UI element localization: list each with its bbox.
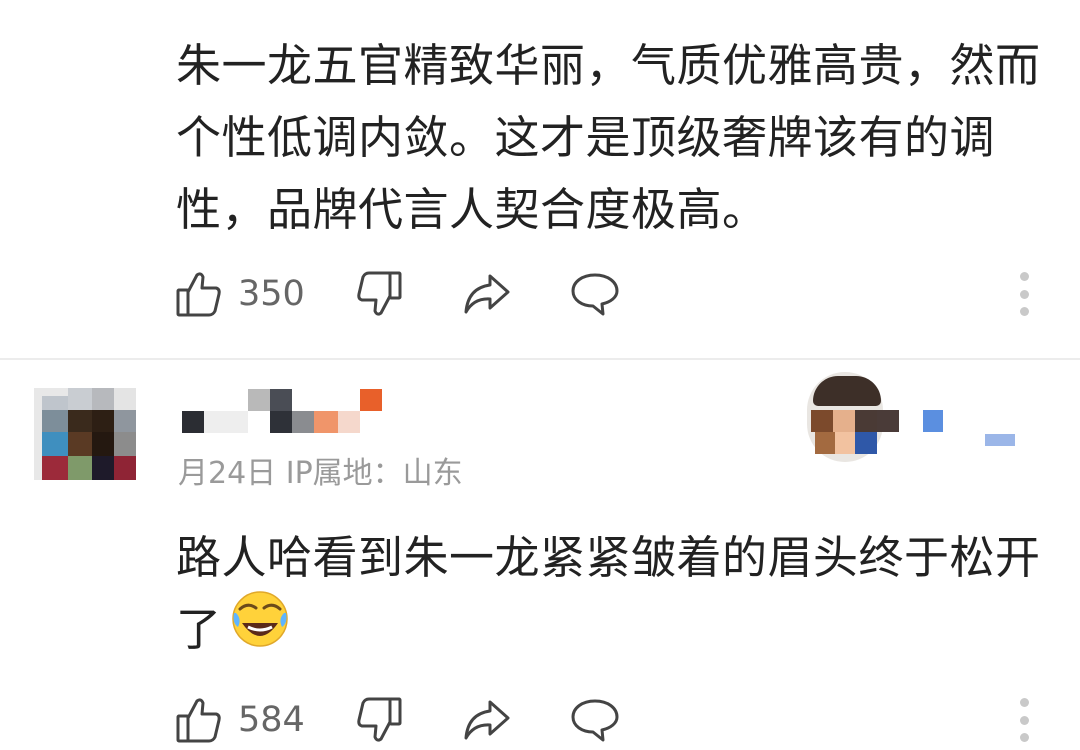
speech-bubble-icon — [571, 273, 619, 316]
like-count: 584 — [238, 700, 305, 740]
more-dot — [1019, 307, 1029, 316]
ip-location: IP属地：山东 — [285, 456, 463, 491]
more-dot — [1019, 733, 1029, 742]
thumbs-down-icon — [357, 697, 402, 742]
avatar[interactable] — [34, 388, 136, 480]
comment-meta: 月24日 IP属地：山东 — [178, 448, 463, 492]
username[interactable] — [176, 385, 396, 437]
more-options-button[interactable] — [1012, 694, 1036, 746]
speech-bubble-icon — [571, 699, 619, 742]
user-badge[interactable] — [805, 368, 1030, 468]
comment-date: 月24日 — [178, 456, 277, 491]
reply-button[interactable] — [570, 264, 620, 324]
reply-button[interactable] — [570, 690, 620, 750]
like-button[interactable]: 350 — [176, 264, 305, 324]
dislike-button[interactable] — [356, 264, 402, 324]
comment-2-body: 路人哈看到朱一龙紧紧皱着的眉头终于松开了 — [176, 531, 1041, 656]
more-dot — [1019, 715, 1029, 725]
dislike-button[interactable] — [356, 690, 402, 750]
thumbs-up-icon — [176, 272, 221, 317]
more-dot — [1019, 289, 1029, 299]
laughing-tears-emoji — [230, 589, 290, 670]
more-options-button[interactable] — [1012, 268, 1036, 320]
more-dot — [1019, 272, 1029, 281]
comment-2-text: 路人哈看到朱一龙紧紧皱着的眉头终于松开了 — [176, 522, 1046, 670]
comment-1-text: 朱一龙五官精致华丽，气质优雅高贵，然而个性低调内敛。这才是顶级奢牌该有的调性，品… — [176, 39, 1041, 236]
share-button[interactable] — [462, 690, 512, 750]
share-button[interactable] — [462, 264, 512, 324]
more-dot — [1019, 698, 1029, 707]
comment-2-actions: 584 — [176, 690, 1036, 750]
thumbs-down-icon — [357, 271, 402, 316]
share-arrow-icon — [464, 274, 510, 314]
comment-divider — [0, 358, 1080, 360]
share-arrow-icon — [464, 700, 510, 740]
comment-1-actions: 350 — [176, 264, 1036, 324]
like-button[interactable]: 584 — [176, 690, 305, 750]
thumbs-up-icon — [176, 698, 221, 743]
like-count: 350 — [238, 274, 305, 314]
